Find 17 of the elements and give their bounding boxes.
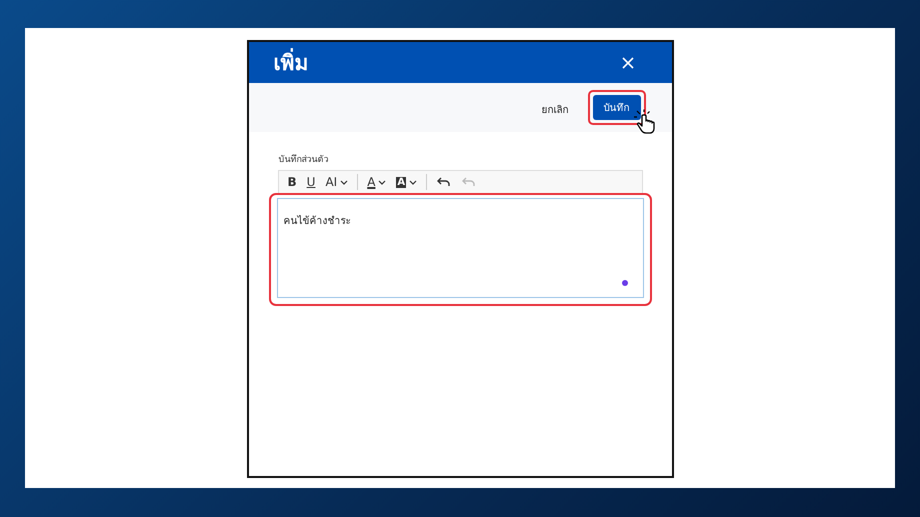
bold-button[interactable]: B [284,172,300,192]
text-color-button[interactable]: A [364,172,390,192]
note-editor-field[interactable]: คนไข้ค้างชำระ [276,198,644,298]
caret-icon [378,180,386,184]
undo-icon[interactable] [437,177,450,187]
underline-button[interactable]: U [304,172,318,192]
status-dot-icon [622,280,628,286]
save-button[interactable]: บันทึก [592,95,640,120]
caret-icon [409,180,418,184]
highlight-color-button[interactable]: A [393,172,420,192]
cancel-button[interactable]: ยกเลิก [538,102,572,117]
caret-icon [340,180,348,184]
dialog-title: เพิ่ม [274,46,308,79]
note-text: คนไข้ค้างชำระ [284,216,350,227]
close-icon[interactable] [622,56,634,68]
field-label: บันทึกส่วนตัว [278,154,330,166]
font-size-button[interactable]: AI [322,172,352,192]
